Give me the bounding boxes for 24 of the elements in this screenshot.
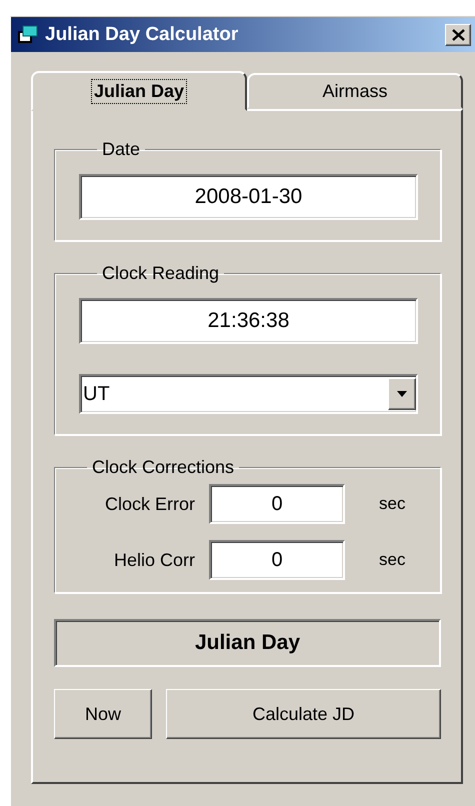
close-button[interactable] (445, 24, 471, 46)
group-title: Clock Corrections (91, 457, 236, 478)
field-label: Clock Error (104, 494, 196, 514)
tab[interactable]: Julian Day (31, 71, 247, 111)
unit-label: sec (379, 494, 406, 514)
app-icon (17, 24, 39, 44)
input-field[interactable]: 0 (209, 540, 345, 580)
group-title: Date (101, 139, 142, 160)
dropdown-button[interactable] (388, 378, 416, 410)
input-field[interactable]: 21:36:38 (79, 298, 418, 344)
field-label: Helio Corr (112, 550, 196, 570)
window-title: Julian Day Calculator (45, 24, 240, 46)
tab[interactable]: Airmass (247, 73, 463, 109)
caret-icon (396, 390, 408, 398)
dropdown[interactable]: UT (79, 374, 418, 414)
unit-label: sec (379, 550, 406, 570)
close-icon (452, 28, 464, 40)
input-field[interactable]: 0 (209, 484, 345, 524)
dropdown-value: UT (83, 382, 110, 406)
input-field[interactable]: 2008-01-30 (79, 174, 418, 220)
now-button[interactable]: Now (54, 689, 152, 739)
group-title: Clock Reading (101, 263, 220, 284)
calculate-button[interactable]: Calculate JD (166, 689, 441, 739)
result-display: Julian Day (54, 619, 441, 667)
